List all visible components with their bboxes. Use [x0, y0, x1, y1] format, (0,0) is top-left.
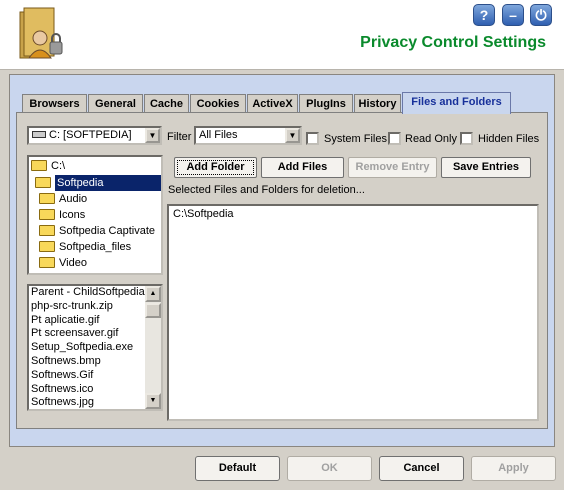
tree-item-label: Softpedia: [55, 175, 161, 191]
tab-activex[interactable]: ActiveX: [247, 94, 298, 114]
scroll-up-icon[interactable]: ▲: [145, 286, 161, 302]
tab-cookies[interactable]: Cookies: [190, 94, 246, 114]
folder-open-icon: [35, 177, 51, 188]
save-entries-button[interactable]: Save Entries: [441, 157, 531, 178]
list-item[interactable]: Parent - ChildSoftpedia.: [29, 286, 148, 300]
tree-item[interactable]: Softpedia_files: [39, 239, 131, 255]
folder-icon: [39, 241, 55, 252]
read-only-label: Read Only: [405, 133, 457, 145]
list-item[interactable]: Softnews.jpg: [29, 396, 145, 409]
add-folder-button[interactable]: Add Folder: [174, 157, 257, 178]
filter-select[interactable]: All Files ▼: [194, 126, 302, 145]
tab-files-and-folders[interactable]: Files and Folders: [402, 92, 511, 114]
tab-cache[interactable]: Cache: [144, 94, 189, 114]
filter-label: Filter: [167, 131, 192, 143]
minimize-button[interactable]: –: [502, 4, 524, 26]
tree-item[interactable]: Icons: [39, 207, 85, 223]
folder-icon: [39, 193, 55, 204]
default-button[interactable]: Default: [195, 456, 280, 481]
tab-history[interactable]: History: [354, 94, 401, 114]
tab-browsers[interactable]: Browsers: [22, 94, 87, 114]
power-icon: ⏻: [535, 7, 547, 23]
list-item[interactable]: Setup_Softpedia.exe: [29, 341, 145, 355]
drive-select[interactable]: C: [SOFTPEDIA] ▼: [27, 126, 162, 145]
chevron-down-icon[interactable]: ▼: [145, 128, 160, 143]
selection-caption: Selected Files and Folders for deletion.…: [168, 184, 365, 196]
ok-button[interactable]: OK: [287, 456, 372, 481]
tree-item[interactable]: Video: [39, 255, 87, 271]
help-icon: ?: [479, 7, 489, 23]
hidden-files-label: Hidden Files: [478, 133, 540, 145]
list-item[interactable]: C:\Softpedia: [169, 208, 537, 222]
hidden-files-checkbox[interactable]: [460, 132, 473, 145]
tree-root[interactable]: C:\: [31, 158, 65, 174]
drive-select-value: C: [SOFTPEDIA]: [49, 129, 132, 141]
tree-item[interactable]: Audio: [39, 191, 87, 207]
add-files-button[interactable]: Add Files: [261, 157, 344, 178]
chevron-down-icon[interactable]: ▼: [285, 128, 300, 143]
minimize-icon: –: [509, 7, 517, 23]
drive-icon: [32, 131, 46, 138]
apply-button[interactable]: Apply: [471, 456, 556, 481]
help-button[interactable]: ?: [473, 4, 495, 26]
read-only-checkbox[interactable]: [388, 132, 401, 145]
folder-icon: [39, 209, 55, 220]
system-files-label: System Files: [324, 133, 387, 145]
file-list-items: Parent - ChildSoftpedia. php-src-trunk.z…: [29, 286, 148, 409]
tab-general[interactable]: General: [88, 94, 143, 114]
list-item[interactable]: Pt aplicatie.gif: [29, 314, 145, 328]
file-list-scrollbar[interactable]: ▲ ▼: [145, 286, 161, 409]
app-logo-icon: [19, 7, 63, 59]
list-item[interactable]: Softnews.Gif: [29, 369, 145, 383]
cancel-button[interactable]: Cancel: [379, 456, 464, 481]
folder-icon: [39, 225, 55, 236]
scroll-thumb[interactable]: [145, 303, 161, 318]
system-files-checkbox[interactable]: [306, 132, 319, 145]
list-item[interactable]: Softnews.ico: [29, 383, 145, 397]
remove-entry-button[interactable]: Remove Entry: [348, 157, 437, 178]
filter-select-value: All Files: [199, 129, 238, 141]
file-list[interactable]: Parent - ChildSoftpedia. php-src-trunk.z…: [27, 284, 163, 411]
scroll-down-icon[interactable]: ▼: [145, 393, 161, 409]
tree-item-selected[interactable]: Softpedia: [35, 175, 161, 191]
selected-items-list[interactable]: C:\Softpedia: [167, 204, 539, 421]
folder-open-icon: [31, 160, 47, 171]
list-item[interactable]: Softnews.bmp: [29, 355, 145, 369]
list-item[interactable]: php-src-trunk.zip: [29, 300, 145, 314]
tab-plugins[interactable]: PlugIns: [299, 94, 353, 114]
power-button[interactable]: ⏻: [530, 4, 552, 26]
window-title: Privacy Control Settings: [360, 34, 546, 51]
folder-tree[interactable]: C:\ Softpedia Audio Icons Softpedia Capt…: [27, 155, 163, 275]
tree-item[interactable]: Softpedia Captivate: [39, 223, 155, 239]
list-item[interactable]: Pt screensaver.gif: [29, 327, 145, 341]
folder-icon: [39, 257, 55, 268]
